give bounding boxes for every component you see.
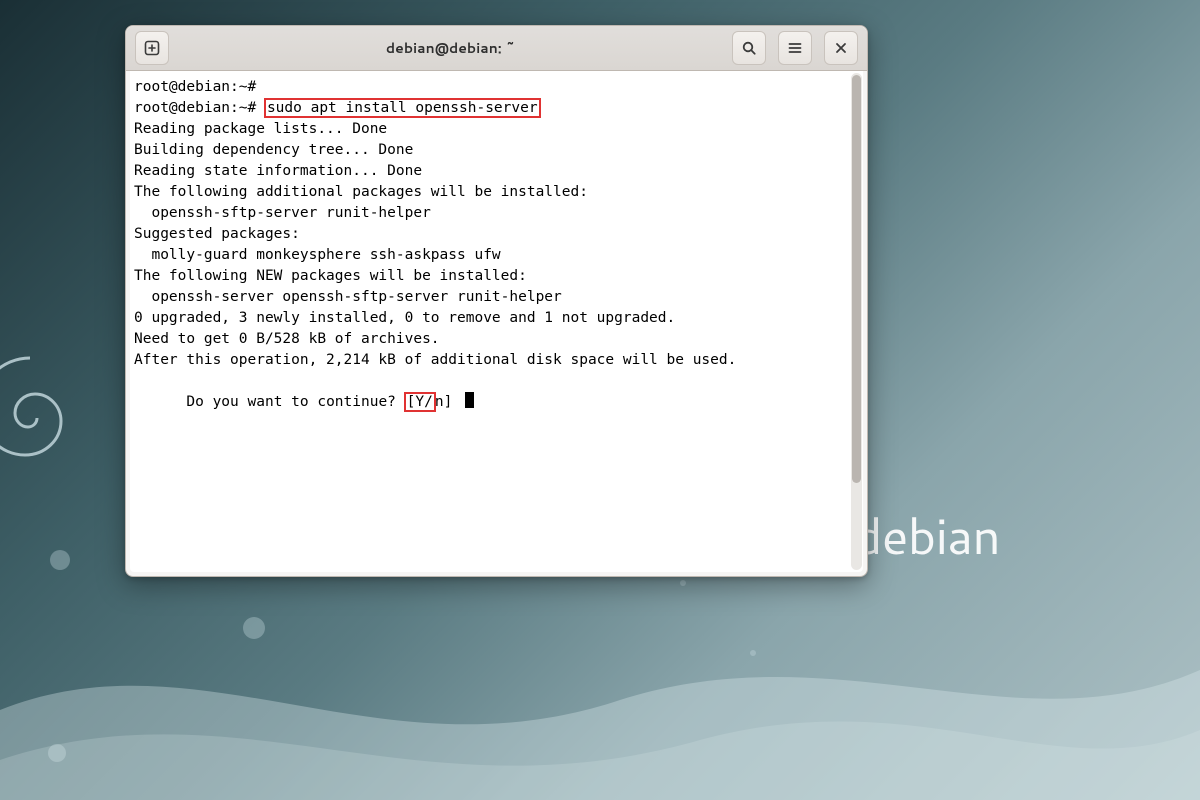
bg-dot [50, 550, 70, 570]
search-icon [741, 40, 757, 56]
close-button[interactable] [824, 31, 858, 65]
terminal-line: After this operation, 2,214 kB of additi… [134, 350, 859, 371]
continue-prompt-highlight: [Y/ [404, 392, 436, 412]
terminal-line: Do you want to continue? [Y/n] [134, 371, 859, 434]
scrollbar-thumb[interactable] [852, 75, 861, 483]
bg-dot [48, 744, 66, 762]
window-titlebar[interactable]: debian@debian: ~ [126, 26, 867, 71]
terminal-line: molly-guard monkeysphere ssh-askpass ufw [134, 245, 859, 266]
highlighted-command: sudo apt install openssh-server [264, 98, 541, 118]
debian-brand-text: debian [854, 500, 1000, 571]
bg-dot [243, 617, 265, 639]
terminal-line: The following additional packages will b… [134, 182, 859, 203]
terminal-window: debian@debian: ~ root@debian:~# root@de [125, 25, 868, 577]
terminal-line: Need to get 0 B/528 kB of archives. [134, 329, 859, 350]
bg-wave [0, 620, 1200, 800]
terminal-line: Building dependency tree... Done [134, 140, 859, 161]
terminal-body[interactable]: root@debian:~# root@debian:~# sudo apt i… [130, 71, 863, 572]
terminal-line: root@debian:~# sudo apt install openssh-… [134, 98, 859, 119]
new-tab-button[interactable] [135, 31, 169, 65]
new-tab-icon [144, 40, 160, 56]
terminal-line: openssh-server openssh-sftp-server runit… [134, 287, 859, 308]
window-title: debian@debian: ~ [172, 38, 729, 58]
terminal-line: root@debian:~# [134, 77, 859, 98]
terminal-line: 0 upgraded, 3 newly installed, 0 to remo… [134, 308, 859, 329]
shell-prompt: root@debian:~# [134, 79, 265, 95]
terminal-line: Reading state information... Done [134, 161, 859, 182]
continue-prompt-pre: Do you want to continue? [186, 394, 404, 410]
close-icon [834, 41, 848, 55]
search-button[interactable] [732, 31, 766, 65]
continue-prompt-post: n] [435, 394, 461, 410]
terminal-scrollbar[interactable] [851, 73, 862, 570]
hamburger-icon [787, 40, 803, 56]
terminal-line: The following NEW packages will be insta… [134, 266, 859, 287]
terminal-line: openssh-sftp-server runit-helper [134, 203, 859, 224]
bg-dot [750, 650, 756, 656]
terminal-line: Reading package lists... Done [134, 119, 859, 140]
terminal-cursor [465, 392, 474, 408]
terminal-line: Suggested packages: [134, 224, 859, 245]
bg-dot [680, 580, 686, 586]
menu-button[interactable] [778, 31, 812, 65]
shell-prompt: root@debian:~# [134, 100, 265, 116]
debian-swirl-icon [0, 350, 90, 500]
